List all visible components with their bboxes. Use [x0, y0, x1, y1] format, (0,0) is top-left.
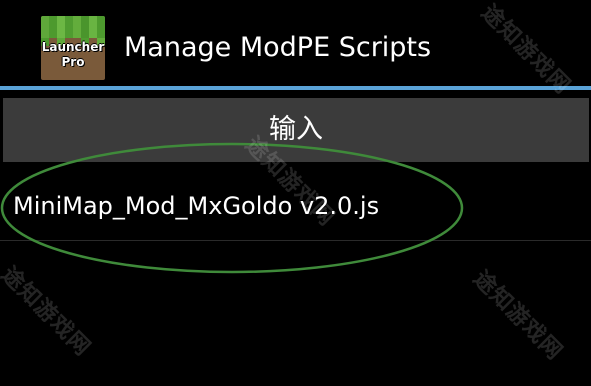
script-list-item[interactable]: MiniMap_Mod_MxGoldo v2.0.js — [0, 168, 591, 244]
watermark-text: 途知游戏网 — [468, 266, 568, 366]
watermark-text: 途知游戏网 — [0, 262, 96, 362]
launcher-pro-icon[interactable]: Launcher Pro — [41, 16, 105, 80]
icon-grass — [41, 16, 105, 38]
import-button[interactable]: 输入 — [3, 98, 589, 162]
list-divider — [0, 240, 591, 241]
import-button-label: 输入 — [269, 114, 323, 145]
script-name: MiniMap_Mod_MxGoldo v2.0.js — [13, 192, 380, 220]
action-bar: Launcher Pro Manage ModPE Scripts — [0, 0, 591, 86]
page-title: Manage ModPE Scripts — [124, 32, 432, 63]
icon-label-line2: Pro — [61, 55, 85, 69]
title-divider — [0, 86, 591, 90]
icon-label-line1: Launcher — [41, 40, 105, 54]
icon-label: Launcher Pro — [41, 40, 105, 70]
